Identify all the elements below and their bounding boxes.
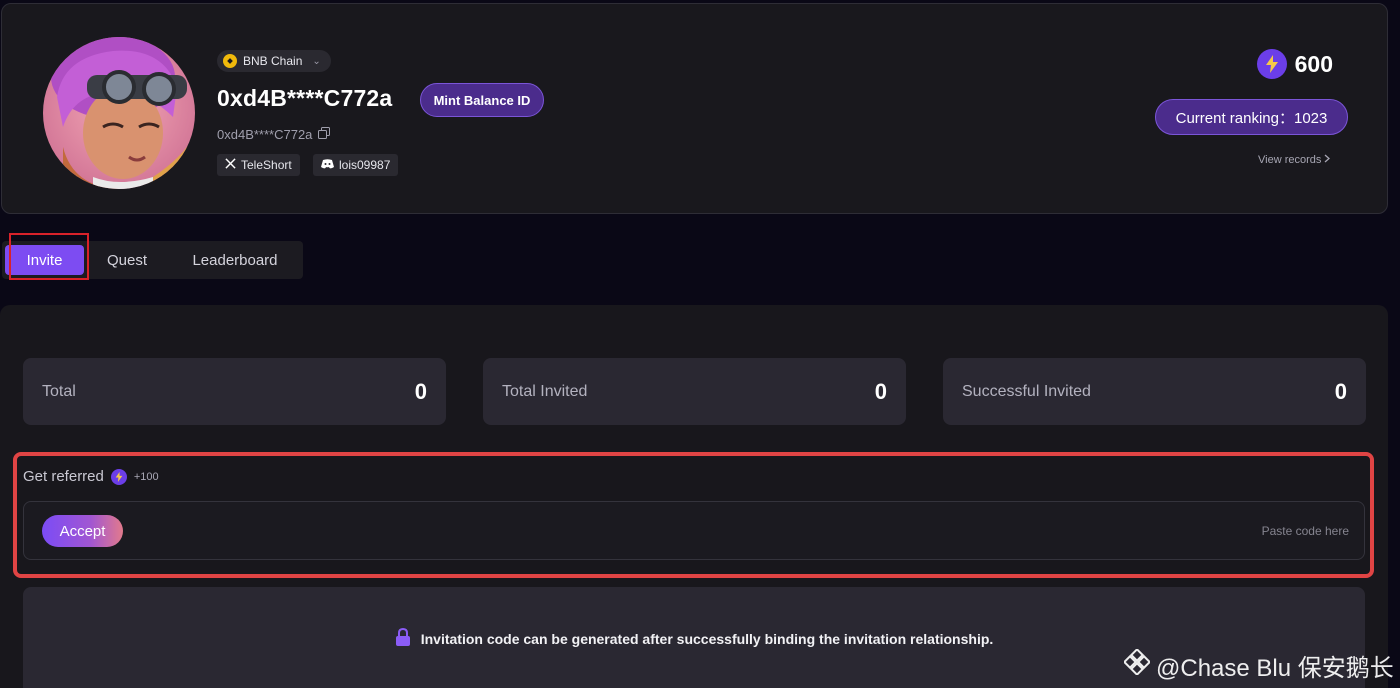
referral-code-row: Accept	[23, 501, 1365, 560]
points-value: 600	[1294, 50, 1333, 77]
chevron-down-icon: ⌄	[312, 55, 321, 67]
chain-selector[interactable]: BNB Chain ⌄	[217, 50, 331, 72]
discord-account-badge[interactable]: lois09987	[313, 154, 399, 176]
wallet-address: 0xd4B****C772a	[217, 127, 313, 142]
stat-label: Total	[42, 382, 76, 400]
view-records-label: View records	[1258, 154, 1322, 166]
mint-balance-id-button[interactable]: Mint Balance ID	[420, 83, 544, 117]
watermark-text: @Chase Blu 保安鹅长	[1156, 655, 1394, 682]
tab-invite[interactable]: Invite	[5, 245, 84, 275]
x-handle: TeleShort	[241, 158, 292, 172]
x-logo-icon	[225, 158, 236, 172]
x-account-badge[interactable]: TeleShort	[217, 154, 300, 176]
binance-square-icon	[1122, 647, 1152, 682]
profile-card: BNB Chain ⌄ 0xd4B****C772a Mint Balance …	[1, 3, 1388, 214]
get-referred-header: Get referred +100	[23, 468, 159, 485]
page: BNB Chain ⌄ 0xd4B****C772a Mint Balance …	[0, 0, 1400, 688]
chain-label: BNB Chain	[243, 54, 303, 68]
stat-value: 0	[1334, 378, 1347, 404]
view-records-link[interactable]: View records	[1258, 154, 1331, 166]
discord-icon	[321, 158, 334, 172]
watermark: @Chase Blu 保安鹅长	[1122, 647, 1394, 683]
invitation-info: Invitation code can be generated after s…	[23, 627, 1365, 649]
stat-value: 0	[874, 378, 887, 404]
bnb-icon	[223, 54, 237, 68]
chevron-right-icon	[1324, 154, 1331, 166]
current-ranking-badge: Current ranking：1023	[1155, 99, 1348, 135]
tab-leaderboard[interactable]: Leaderboard	[177, 245, 293, 275]
accept-button[interactable]: Accept	[42, 515, 123, 547]
stat-value: 0	[414, 378, 427, 404]
stat-label: Successful Invited	[962, 382, 1091, 400]
invitation-info-text: Invitation code can be generated after s…	[420, 630, 994, 647]
bolt-icon	[1256, 49, 1287, 79]
copy-icon[interactable]	[318, 127, 331, 142]
tab-quest[interactable]: Quest	[92, 245, 162, 275]
stat-card-total: Total 0	[23, 358, 446, 425]
wallet-address-row: 0xd4B****C772a	[217, 127, 331, 142]
referral-code-input[interactable]	[144, 510, 1349, 552]
discord-handle: lois09987	[339, 158, 391, 172]
stat-card-total-invited: Total Invited 0	[483, 358, 906, 425]
get-referred-title: Get referred	[23, 468, 104, 485]
stat-card-successful-invited: Successful Invited 0	[943, 358, 1366, 425]
avatar	[43, 37, 195, 189]
stat-label: Total Invited	[502, 382, 588, 400]
tab-bar: Invite Quest Leaderboard	[2, 241, 303, 279]
wallet-address-title: 0xd4B****C772a	[217, 85, 393, 111]
points-display: 600	[1256, 49, 1333, 79]
bolt-icon	[110, 468, 127, 485]
lock-icon	[395, 627, 411, 649]
referral-points: +100	[133, 470, 159, 483]
